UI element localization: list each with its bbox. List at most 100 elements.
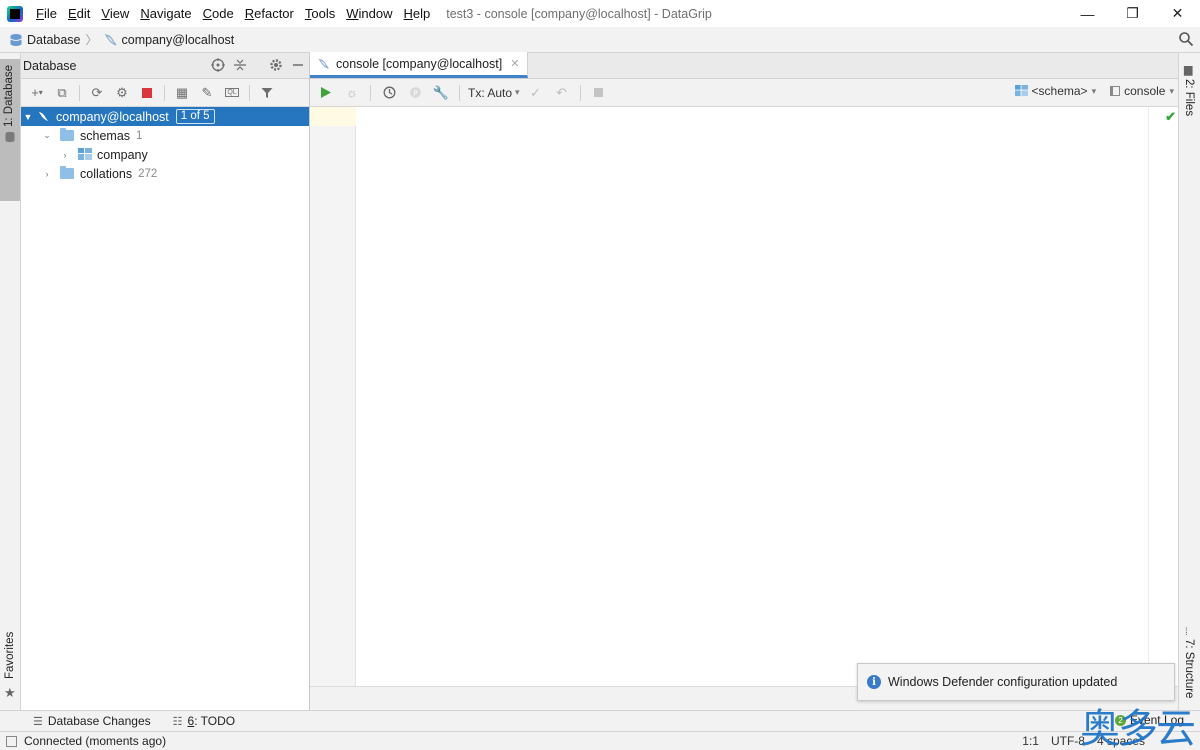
structure-icon: ⁞	[1185, 627, 1188, 638]
window-title: test3 - console [company@localhost] - Da…	[446, 6, 712, 21]
chevron-right-icon[interactable]: ›	[58, 150, 72, 160]
status-indicator-icon[interactable]	[6, 735, 17, 747]
toolbar-separator	[459, 84, 460, 101]
menu-item[interactable]: Edit	[63, 6, 96, 21]
menu-item[interactable]: Code	[198, 6, 240, 21]
menu-item[interactable]: Navigate	[135, 6, 197, 21]
breadcrumb-database[interactable]: Database	[9, 33, 81, 47]
menu-label: indow	[358, 6, 393, 21]
tab-console[interactable]: console [company@localhost] ✕	[310, 52, 529, 78]
schema-selector-label: <schema>	[1031, 84, 1088, 98]
minimize-button[interactable]: —	[1065, 0, 1110, 27]
menu-item[interactable]: Tools	[300, 6, 341, 21]
stop-icon[interactable]	[137, 83, 157, 103]
checkmark-icon[interactable]: ✔	[1165, 109, 1176, 125]
schema-properties-icon[interactable]: ⚙	[112, 83, 132, 103]
toolbar-separator	[164, 84, 165, 101]
main-menu: File Edit View Navigate Code Refactor Tools Win…	[31, 6, 436, 21]
mysql-dolphin-icon	[38, 111, 49, 122]
connection-status: Connected (moments ago)	[24, 734, 167, 748]
search-icon[interactable]	[1178, 31, 1194, 47]
menu-item[interactable]: View	[96, 6, 135, 21]
files-tool-tab-label: 2: Files	[1183, 79, 1195, 117]
favorites-tool-tab[interactable]: Favorites ★	[0, 632, 20, 703]
wrench-icon[interactable]: 🔧	[431, 83, 451, 103]
star-icon: ★	[4, 685, 16, 700]
breadcrumb-connection[interactable]: company@localhost	[104, 33, 234, 47]
tree-item-collations[interactable]: › collations 272	[21, 164, 309, 183]
files-tool-tab[interactable]: ▆ 2: Files	[1179, 61, 1200, 121]
close-tab-icon[interactable]: ✕	[510, 57, 519, 70]
close-window-button[interactable]: ✕	[1155, 0, 1200, 27]
structure-tool-tab[interactable]: ⁞ 7: Structure	[1179, 627, 1200, 707]
maximize-button[interactable]: ❐	[1110, 0, 1155, 27]
menu-item[interactable]: Refactor	[240, 6, 300, 21]
menu-label: iew	[109, 6, 130, 21]
add-icon[interactable]: + ▾	[27, 83, 47, 103]
menu-item[interactable]: Help	[398, 6, 436, 21]
table-view-icon[interactable]: ▦	[172, 83, 192, 103]
edit-icon[interactable]: ✎	[197, 83, 217, 103]
mysql-dolphin-icon	[104, 33, 117, 46]
schema-count-badge[interactable]: 1 of 5	[175, 109, 215, 124]
collapse-all-icon[interactable]	[233, 58, 247, 72]
datagrip-logo-icon	[7, 5, 23, 22]
history-icon[interactable]	[379, 83, 399, 103]
toolbar-separator	[579, 84, 581, 101]
copy-icon[interactable]: ⧉	[52, 83, 72, 103]
chevron-down-icon: ▾	[1169, 85, 1174, 96]
locate-icon[interactable]	[211, 58, 225, 72]
menu-mnemonic: N	[140, 6, 150, 21]
todo-button[interactable]: ☷ 6: TODO	[173, 714, 235, 728]
chevron-down-icon: ▾	[515, 87, 520, 97]
rollback-icon[interactable]: ↶	[552, 83, 572, 103]
menu-item[interactable]: Window	[341, 6, 398, 21]
window-controls: — ❐ ✕	[1065, 0, 1200, 27]
menu-item[interactable]: File	[31, 6, 63, 21]
execute-icon[interactable]	[316, 83, 336, 103]
menu-mnemonic: E	[67, 6, 77, 21]
menu-label: dit	[76, 6, 91, 21]
chevron-down-icon[interactable]: ⌄	[40, 130, 54, 141]
database-panel: Database + ▾ ⧉ ⟳ ⚙ ▦ ✎ QL ▼ company@local…	[21, 53, 310, 710]
hide-panel-icon[interactable]	[291, 58, 305, 72]
database-icon	[5, 131, 15, 143]
menu-label: avigate	[149, 6, 192, 21]
info-icon: i	[867, 675, 881, 689]
database-tool-tab[interactable]: 1: Database	[0, 59, 20, 201]
editor-tab-bar: console [company@localhost] ✕	[310, 52, 1178, 79]
gear-icon[interactable]	[269, 58, 283, 72]
transaction-mode-dropdown[interactable]: Tx: Auto ▾	[468, 86, 520, 100]
svg-text:P: P	[413, 89, 417, 97]
database-changes-button[interactable]: ☰ Database Changes	[33, 714, 151, 728]
tree-item-company[interactable]: › company	[21, 145, 309, 164]
schema-selector[interactable]: <schema> ▾	[1014, 84, 1096, 98]
chevron-right-icon[interactable]: ›	[40, 169, 54, 179]
panel-title: Database	[23, 58, 77, 73]
tool-window-bar: ☰ Database Changes ☷ 6: TODO 2 Event Log	[0, 710, 1200, 731]
right-tool-strip: ▆ 2: Files ⁞ 7: Structure	[1178, 53, 1200, 710]
console-selector[interactable]: console ▾	[1110, 84, 1174, 98]
tree-item-connection[interactable]: ▼ company@localhost 1 of 5	[21, 107, 309, 126]
refresh-icon[interactable]: ⟳	[87, 83, 107, 103]
debug-icon[interactable]: ☼	[342, 83, 362, 103]
sql-console-icon[interactable]: QL	[222, 83, 242, 103]
chevron-down-icon[interactable]: ▼	[21, 112, 35, 122]
tree-item-count: 272	[138, 167, 158, 180]
database-tree: ▼ company@localhost 1 of 5 ⌄ schemas 1 ›…	[21, 107, 309, 183]
cancel-query-icon[interactable]	[589, 83, 609, 103]
caret-position[interactable]: 1:1	[1022, 734, 1039, 748]
menu-label: ode	[212, 6, 234, 21]
sql-editor[interactable]	[356, 107, 1148, 686]
tree-item-label: collations	[80, 166, 133, 181]
filter-icon[interactable]	[257, 83, 277, 103]
tree-item-count: 1	[136, 129, 143, 142]
tree-item-schemas[interactable]: ⌄ schemas 1	[21, 126, 309, 145]
commit-icon[interactable]: ✓	[526, 83, 546, 103]
database-icon	[10, 33, 22, 46]
error-stripe	[1148, 107, 1178, 686]
editor-area: console [company@localhost] ✕ ☼ P 🔧 Tx: …	[310, 52, 1178, 710]
toolbar-separator	[249, 84, 250, 101]
explain-plan-icon[interactable]: P	[405, 83, 425, 103]
menu-mnemonic: H	[403, 6, 413, 21]
